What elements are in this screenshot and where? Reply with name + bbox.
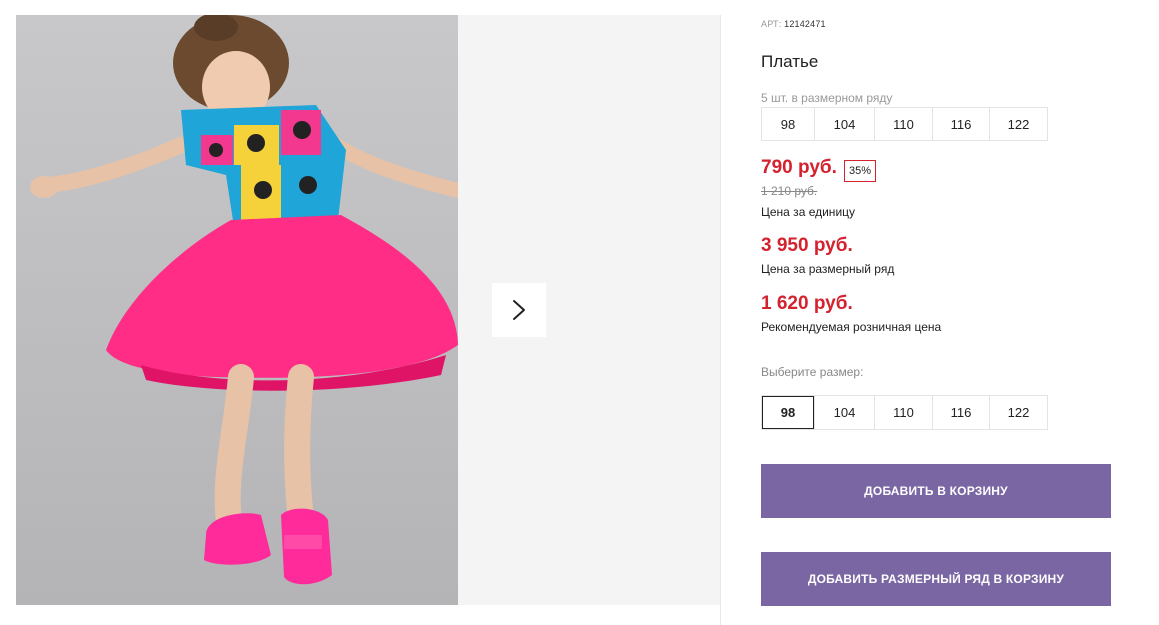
choose-size-label: Выберите размер: bbox=[761, 365, 864, 379]
rrp-price-label: Рекомендуемая розничная цена bbox=[761, 320, 942, 334]
pack-size: 116 bbox=[932, 108, 989, 140]
sku: АРТ: 12142471 bbox=[761, 19, 826, 29]
sku-value: 12142471 bbox=[784, 19, 826, 29]
size-option-122[interactable]: 122 bbox=[989, 396, 1047, 429]
image-gallery bbox=[0, 15, 720, 605]
next-image-button[interactable] bbox=[492, 283, 546, 337]
pack-note: 5 шт. в размерном ряду bbox=[761, 91, 893, 105]
unit-price: 790 руб. bbox=[761, 157, 837, 178]
size-option-110[interactable]: 110 bbox=[874, 396, 932, 429]
pack-size: 122 bbox=[989, 108, 1047, 140]
size-option-104[interactable]: 104 bbox=[814, 396, 874, 429]
pack-price: 3 950 руб. bbox=[761, 235, 853, 256]
add-to-cart-button[interactable]: ДОБАВИТЬ В КОРЗИНУ bbox=[761, 464, 1111, 518]
chevron-right-icon bbox=[513, 300, 525, 320]
size-option-116[interactable]: 116 bbox=[932, 396, 989, 429]
rrp-price: 1 620 руб. bbox=[761, 293, 853, 314]
product-photo bbox=[16, 15, 458, 605]
panel-divider bbox=[720, 15, 721, 625]
product-title: Платье bbox=[761, 52, 819, 71]
sku-label: АРТ: bbox=[761, 19, 782, 29]
product-info-panel: АРТ: 12142471 Платье 5 шт. в размерном р… bbox=[761, 0, 1121, 625]
size-option-98[interactable]: 98 bbox=[762, 396, 814, 429]
unit-price-label: Цена за единицу bbox=[761, 205, 856, 219]
pack-size: 98 bbox=[780, 116, 796, 132]
size-selector: 98 104 110 116 122 bbox=[761, 395, 1048, 430]
old-price: 1 210 руб. bbox=[761, 184, 818, 198]
product-page: АРТ: 12142471 Платье 5 шт. в размерном р… bbox=[0, 0, 1159, 625]
pack-size: 104 bbox=[814, 108, 874, 140]
girl-in-dress-illustration bbox=[30, 15, 458, 585]
discount-badge: 35% bbox=[844, 160, 877, 182]
add-pack-to-cart-button[interactable]: ДОБАВИТЬ РАЗМЕРНЫЙ РЯД В КОРЗИНУ bbox=[761, 552, 1111, 606]
pack-price-label: Цена за размерный ряд bbox=[761, 262, 895, 276]
pack-sizes: 98 104 110 116 122 bbox=[761, 107, 1048, 141]
pack-size: 110 bbox=[874, 108, 932, 140]
